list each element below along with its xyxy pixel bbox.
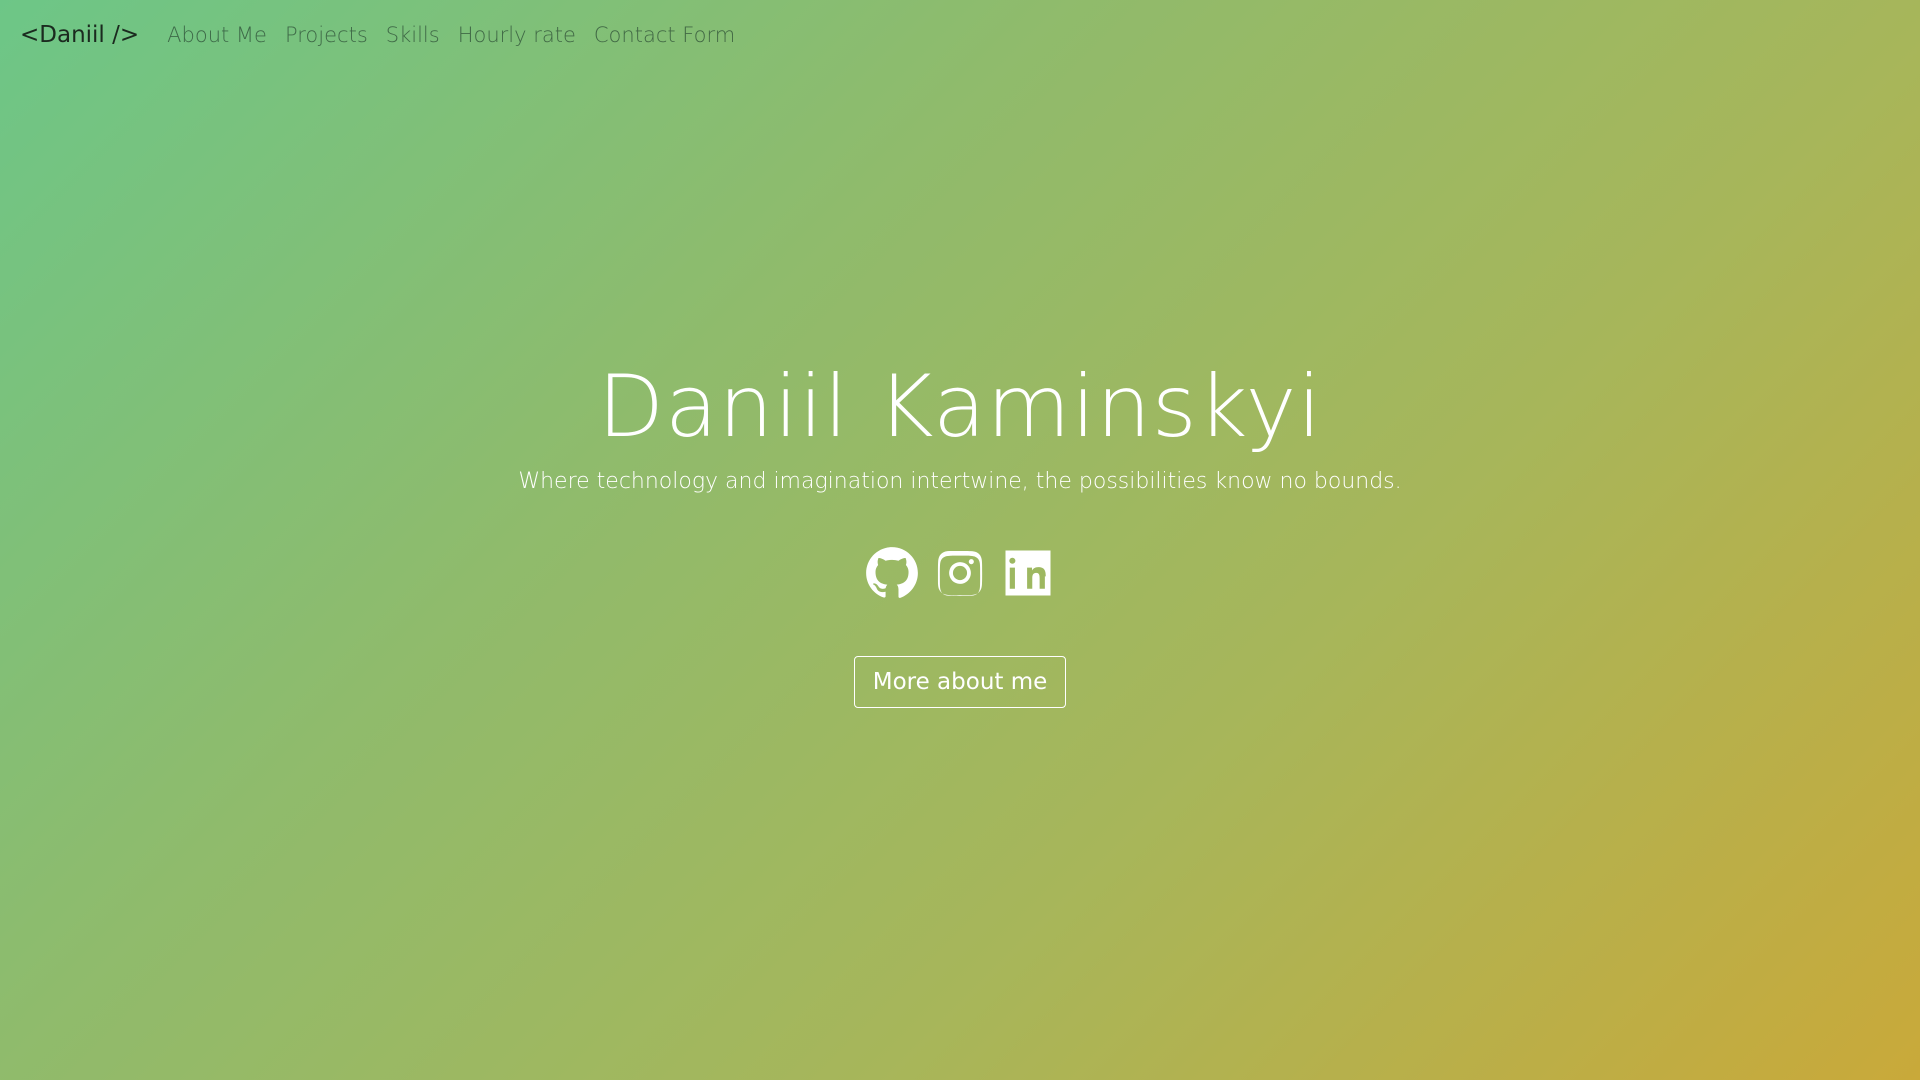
nav-link-skills[interactable]: Skills [386,23,440,47]
navbar: <Daniil /> About Me Projects Skills Hour… [0,0,1920,70]
more-about-me-button[interactable]: More about me [853,655,1067,708]
nav-link-hourly-rate[interactable]: Hourly rate [458,23,576,47]
hero-title: Daniil Kaminskyi [597,357,1323,457]
nav-links: About Me Projects Skills Hourly rate Con… [167,23,735,47]
github-icon [865,546,919,604]
nav-link-projects[interactable]: Projects [285,23,368,47]
hero-section: Daniil Kaminskyi Where technology and im… [0,360,1920,708]
instagram-icon [933,546,987,604]
nav-link-contact-form[interactable]: Contact Form [594,23,735,47]
hero-tagline: Where technology and imagination intertw… [518,468,1402,494]
github-link[interactable] [865,546,919,604]
linkedin-icon [1001,546,1055,604]
brand-logo[interactable]: <Daniil /> [20,22,139,48]
instagram-link[interactable] [933,548,987,602]
nav-link-about-me[interactable]: About Me [167,23,267,47]
social-links [865,546,1055,604]
linkedin-link[interactable] [1001,548,1055,602]
